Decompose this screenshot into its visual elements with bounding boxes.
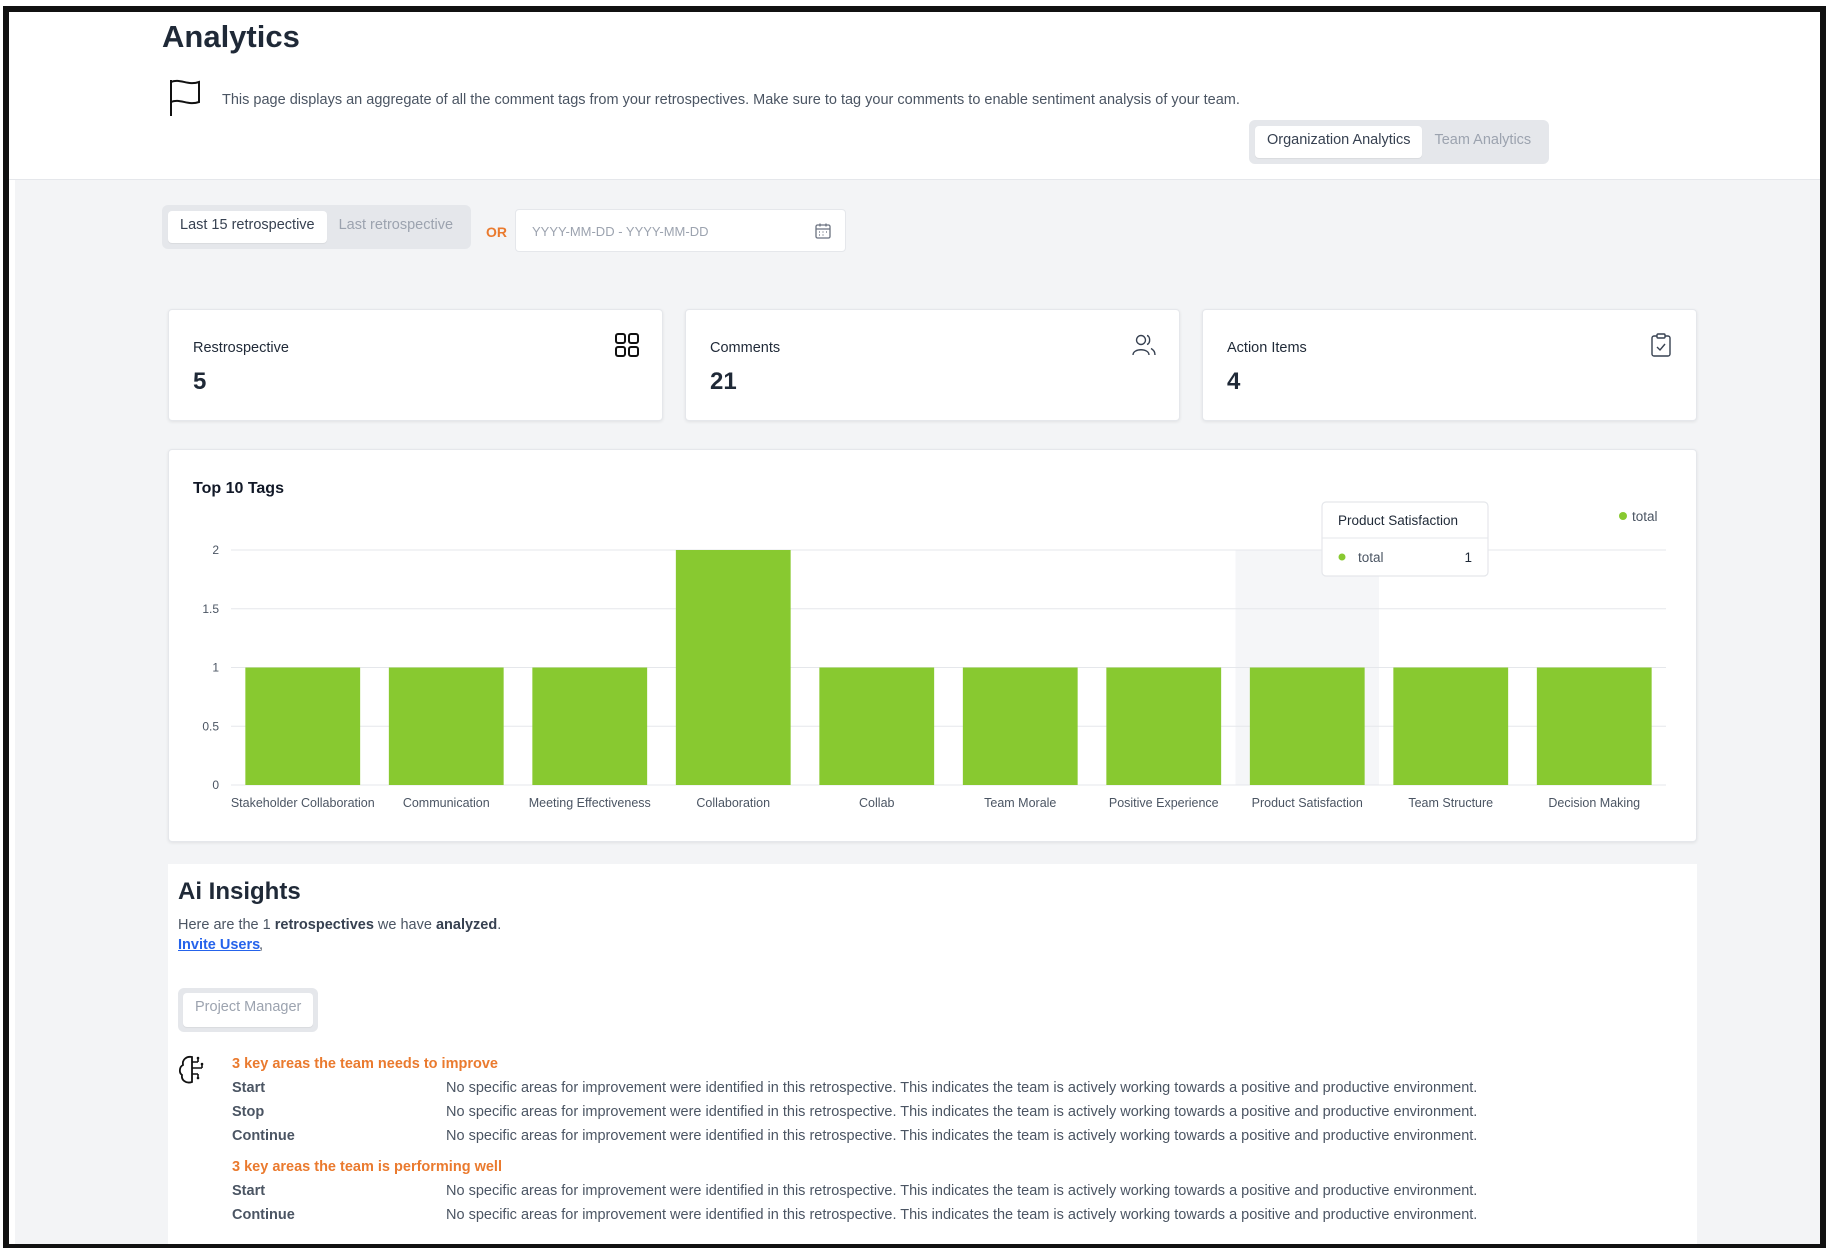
top-tags-chart-card: Top 10 Tags 0 0.5 1 1.5 2 Stakeholder Collabo… xyxy=(168,449,1697,842)
option-project-manager[interactable]: Project Manager xyxy=(183,993,314,1027)
summary-count: 1 xyxy=(262,917,271,933)
x-tick-label: Positive Experience xyxy=(1109,796,1219,810)
bar-chart: 0 0.5 1 1.5 2 Stakeholder Collaboration Commun… xyxy=(202,501,1666,810)
summary-end: . xyxy=(497,917,502,933)
insights-title: Ai Insights xyxy=(178,878,301,905)
option-last-retrospective[interactable]: Last retrospective xyxy=(327,211,465,243)
stat-card-comments: Comments 21 xyxy=(685,309,1180,421)
bar xyxy=(675,550,791,785)
improve-text: No specific areas for improvement were i… xyxy=(446,1080,1478,1096)
bar xyxy=(532,667,648,785)
range-toggle: Last 15 retrospective Last retrospective xyxy=(162,205,472,249)
ai-insights-panel: Ai Insights Here are the 1 retrospective… xyxy=(168,864,1697,1244)
summary-we-have: we have xyxy=(377,917,432,933)
date-range-input[interactable]: YYYY-MM-DD - YYYY-MM-DD xyxy=(515,209,846,252)
tooltip-series: total xyxy=(1358,550,1384,565)
improve-key: Start xyxy=(232,1080,266,1096)
stat-card-retrospectives: Restrospective 5 xyxy=(168,309,663,421)
invite-comma: , xyxy=(259,937,264,953)
x-tick-label: Communication xyxy=(403,796,490,810)
summary-analyzed: analyzed xyxy=(435,917,498,933)
bar xyxy=(245,667,361,785)
tooltip-dot xyxy=(1338,553,1346,561)
page-title: Analytics xyxy=(162,19,300,54)
bar xyxy=(819,667,935,785)
x-tick-label: Meeting Effectiveness xyxy=(529,796,651,810)
legend-dot xyxy=(1619,512,1627,520)
y-tick-label: 0.5 xyxy=(202,719,219,733)
stat-label: Restrospective xyxy=(193,340,289,356)
stat-value: 5 xyxy=(193,368,207,395)
bar xyxy=(1536,667,1652,785)
well-text: No specific areas for improvement were i… xyxy=(446,1207,1478,1223)
analytics-toggle: Organization Analytics Team Analytics xyxy=(1249,120,1550,164)
improve-heading: 3 key areas the team needs to improve xyxy=(232,1056,498,1072)
x-tick-label: Collaboration xyxy=(696,796,770,810)
stat-label: Action Items xyxy=(1227,340,1307,356)
option-last-15-retrospective[interactable]: Last 15 retrospective xyxy=(168,211,327,243)
improve-text: No specific areas for improvement were i… xyxy=(446,1104,1478,1120)
x-tick-label: Decision Making xyxy=(1548,796,1640,810)
stat-value: 4 xyxy=(1227,368,1241,395)
invite-users-link[interactable]: Invite Users xyxy=(178,937,260,953)
improve-key: Continue xyxy=(232,1128,295,1144)
bar xyxy=(1106,667,1222,785)
header: Analytics This page displays an aggregat… xyxy=(9,12,1820,180)
y-tick-label: 0 xyxy=(212,778,219,792)
improve-text: No specific areas for improvement were i… xyxy=(446,1128,1478,1144)
x-tick-label: Team Structure xyxy=(1408,796,1493,810)
well-text: No specific areas for improvement were i… xyxy=(446,1183,1478,1199)
performing-well-heading: 3 key areas the team is performing well xyxy=(232,1159,502,1175)
insights-summary: Here are the 1 retrospectives we have an… xyxy=(178,917,501,933)
bar xyxy=(388,667,504,785)
bar xyxy=(1249,667,1365,785)
clipboard-icon xyxy=(1651,333,1671,357)
y-tick-label: 1.5 xyxy=(202,602,219,616)
tooltip-title: Product Satisfaction xyxy=(1338,513,1458,528)
x-tick-label: Stakeholder Collaboration xyxy=(231,796,375,810)
summary-pre: Here are the xyxy=(178,917,259,933)
bar xyxy=(962,667,1078,785)
date-range-placeholder: YYYY-MM-DD - YYYY-MM-DD xyxy=(532,224,709,239)
x-tick-label: Team Morale xyxy=(984,796,1056,810)
grid-icon xyxy=(615,333,639,357)
summary-retrospectives: retrospectives xyxy=(274,917,374,933)
tab-team-analytics[interactable]: Team Analytics xyxy=(1422,126,1543,158)
stat-card-action-items: Action Items 4 xyxy=(1202,309,1697,421)
stat-label: Comments xyxy=(710,340,781,356)
y-tick-label: 1 xyxy=(212,661,219,675)
tab-organization-analytics[interactable]: Organization Analytics xyxy=(1255,126,1423,158)
app-frame: Analytics This page displays an aggregat… xyxy=(3,6,1826,1248)
well-key: Continue xyxy=(232,1207,295,1223)
x-tick-label: Product Satisfaction xyxy=(1252,796,1363,810)
calendar-icon[interactable] xyxy=(814,222,832,240)
or-label: OR xyxy=(486,224,507,240)
legend-label: total xyxy=(1632,509,1658,524)
improve-key: Stop xyxy=(232,1104,265,1120)
users-icon xyxy=(1132,334,1156,356)
tooltip-value: 1 xyxy=(1464,550,1472,565)
stat-value: 21 xyxy=(710,368,737,395)
bar xyxy=(1393,667,1509,785)
well-key: Start xyxy=(232,1183,266,1199)
brain-icon xyxy=(178,1055,204,1084)
role-toggle: Project Manager xyxy=(178,988,319,1032)
flag-icon xyxy=(170,79,200,116)
page-description: This page displays an aggregate of all t… xyxy=(222,92,1240,108)
y-tick-label: 2 xyxy=(212,543,219,557)
x-tick-label: Collab xyxy=(859,796,894,810)
